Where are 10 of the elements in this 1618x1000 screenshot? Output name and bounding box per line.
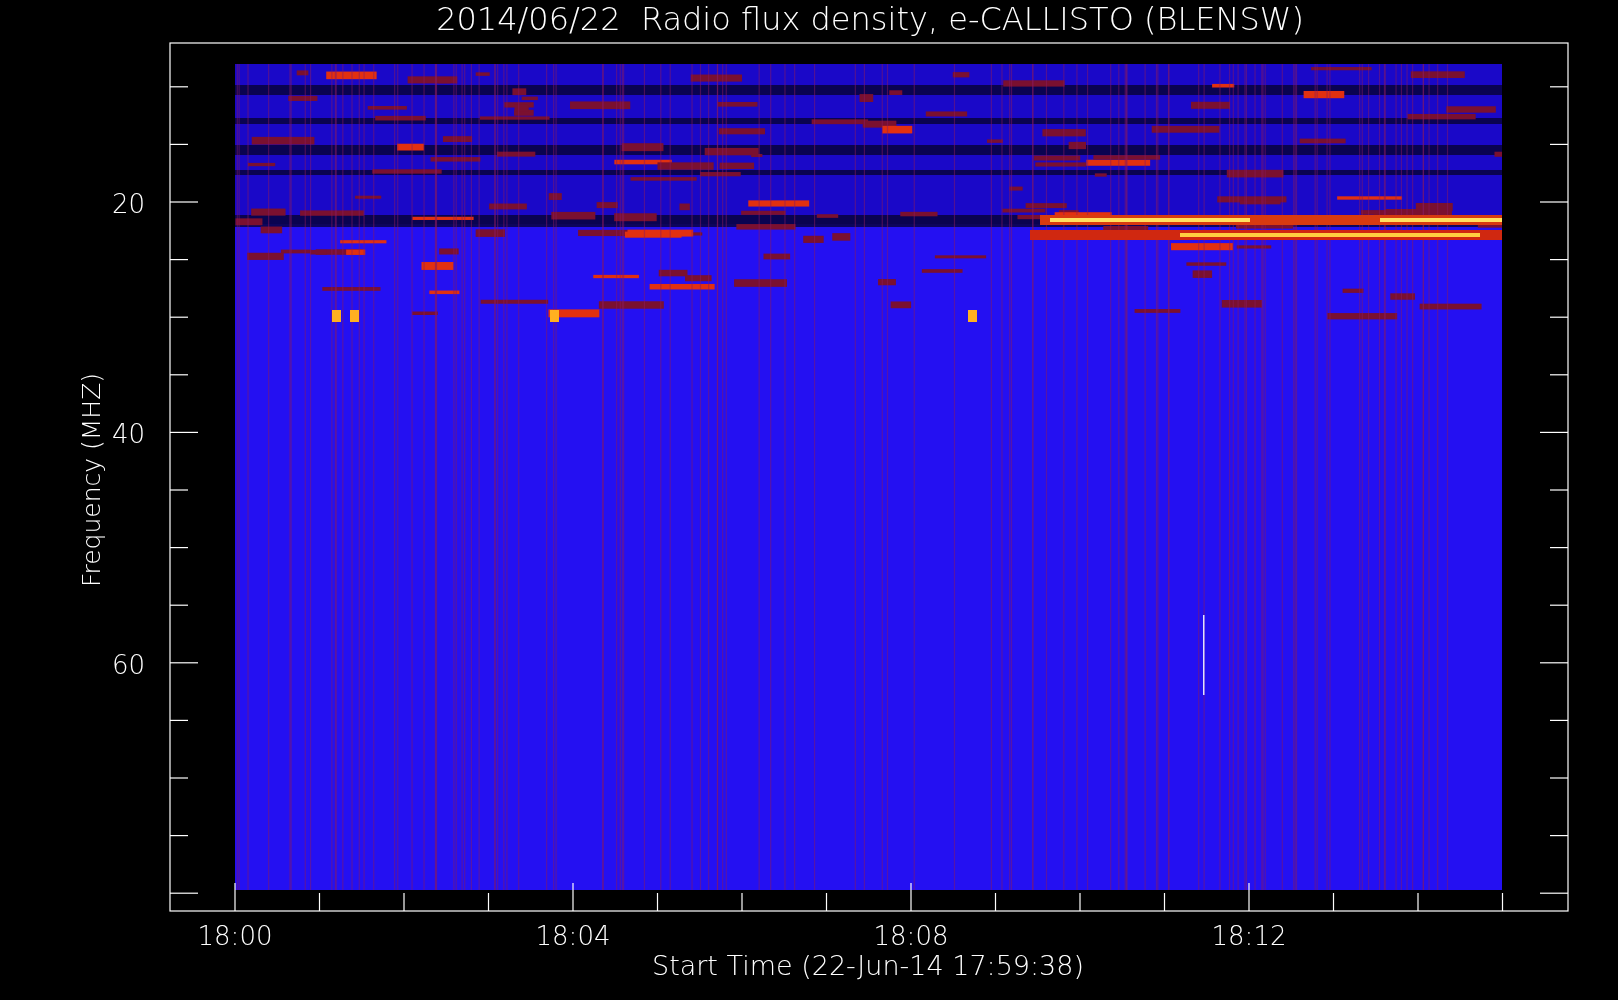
x-tick-label: 18:08: [873, 921, 949, 951]
x-tick-label: 18:00: [197, 921, 273, 951]
y-axis-label: Frequency (MHZ): [77, 372, 106, 588]
y-tick-label: 40: [111, 419, 145, 450]
x-tick-label: 18:04: [535, 921, 611, 951]
chart-title: 2014/06/22 Radio flux density, e-CALLISTO (BLENSW): [436, 0, 1304, 38]
y-tick-label: 60: [111, 649, 145, 680]
x-tick-label: 18:12: [1211, 921, 1287, 951]
x-axis-label: Start Time (22-Jun-14 17:59:38): [652, 950, 1084, 981]
y-tick-label: 20: [111, 189, 145, 219]
